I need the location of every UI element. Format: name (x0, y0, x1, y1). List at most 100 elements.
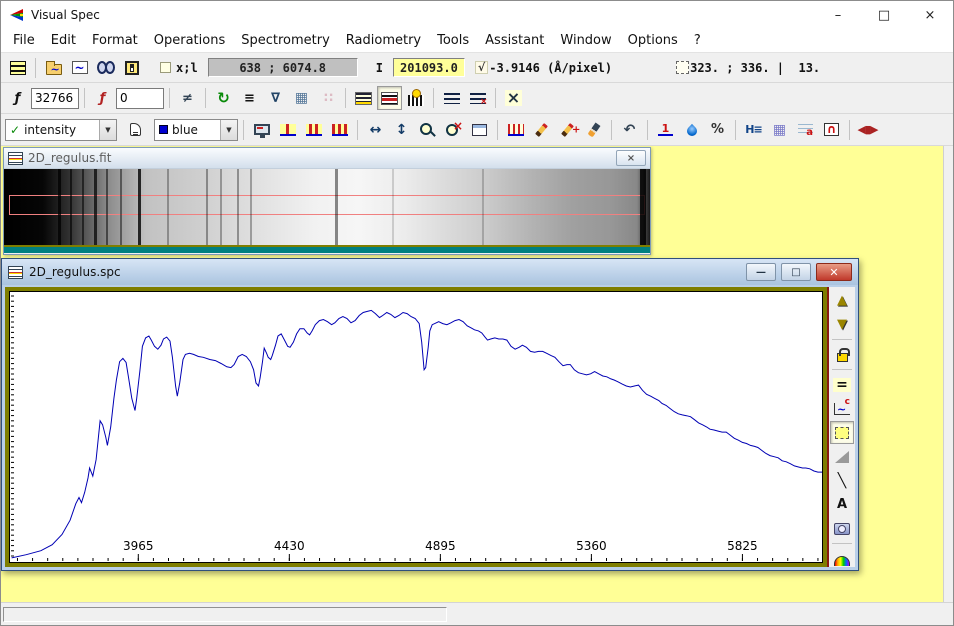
extraction-stripes-button[interactable] (351, 86, 376, 110)
menu-item-spectrometry[interactable]: Spectrometry (233, 30, 338, 51)
unzoom-button[interactable] (441, 118, 466, 142)
draw-pencil-add-button[interactable] (555, 118, 580, 142)
stretch-horizontal-button[interactable]: ↔ (363, 118, 388, 142)
binning-zone-button[interactable] (403, 86, 428, 110)
annotate-lines-button[interactable] (793, 118, 818, 142)
zoom-button[interactable] (415, 118, 440, 142)
binning-3-button[interactable] (327, 118, 352, 142)
menu-item-tools[interactable]: Tools (429, 30, 477, 51)
undo-curve-button[interactable]: ↶ (617, 118, 642, 142)
spc-minimize-button[interactable]: — (746, 263, 776, 281)
pick-series-button[interactable] (123, 118, 148, 142)
display-profile-button[interactable] (249, 118, 274, 142)
stretch-vertical-button[interactable]: ↕ (389, 118, 414, 142)
selection-marquee-button[interactable] (830, 421, 854, 444)
menu-item-assistant[interactable]: Assistant (477, 30, 552, 51)
fit-spectrum-strip[interactable] (4, 169, 650, 245)
threshold-min-input[interactable] (116, 88, 164, 109)
registration-table-button[interactable]: ▦ (289, 86, 314, 110)
tilt-align-button[interactable]: ≡ (237, 86, 262, 110)
threshold-low-button[interactable]: ƒ (90, 86, 115, 110)
open-image-button[interactable] (67, 56, 92, 80)
sky-zone-a-button[interactable] (439, 86, 464, 110)
annotate-icon (798, 124, 813, 136)
series-combo[interactable]: ✓intensity▼ (5, 119, 117, 141)
element-lines-button[interactable]: ▦ (767, 118, 792, 142)
spc-restore-button[interactable]: □ (781, 263, 811, 281)
zoom-win-icon (472, 124, 487, 136)
fit-close-button[interactable]: × (616, 150, 646, 166)
fit-title-bar[interactable]: 2D_regulus.fit × (4, 148, 650, 169)
text-tool-button[interactable]: A (830, 493, 854, 516)
coordinates-checkbox[interactable] (160, 62, 171, 73)
ratio-percent-button[interactable]: % (705, 118, 730, 142)
lock-button[interactable] (830, 343, 854, 366)
menu-item-help[interactable]: ? (686, 30, 709, 51)
close-button[interactable]: × (907, 1, 953, 29)
minimize-button[interactable]: – (815, 1, 861, 29)
threshold-high-button[interactable]: ƒ (5, 86, 30, 110)
equals-scale-button[interactable]: = (830, 373, 854, 396)
spc-title-bar[interactable]: 2D_regulus.spc — □ ✕ (2, 259, 858, 285)
reference-lines-button[interactable]: ≠ (175, 86, 200, 110)
draw-pencil-button[interactable] (529, 118, 554, 142)
sky-zone-b-button[interactable] (465, 86, 490, 110)
cut-profile-button[interactable] (503, 118, 528, 142)
color-palette-button[interactable] (830, 547, 854, 570)
absorption-line (482, 169, 484, 245)
absorption-line (237, 169, 239, 245)
line-tool-button[interactable]: ╲ (830, 469, 854, 492)
swatch-blue-icon (159, 125, 168, 134)
open-profile-button[interactable] (41, 56, 66, 80)
spc-close-button[interactable]: ✕ (816, 263, 852, 281)
gradient-fill-button[interactable] (830, 445, 854, 468)
brush-icon (587, 122, 600, 137)
maximize-button[interactable]: □ (861, 1, 907, 29)
balmer-lines-button[interactable]: H≡ (741, 118, 766, 142)
browse-button[interactable] (93, 56, 118, 80)
title-bar: Visual Spec – □ × (1, 1, 953, 29)
intensity-field[interactable]: 201093.0 (393, 58, 465, 77)
combo-dropdown-arrow-icon[interactable]: ▼ (99, 120, 116, 140)
rotate-image-button[interactable]: ↻ (211, 86, 236, 110)
rotate-icon: ↻ (217, 91, 230, 106)
menu-item-window[interactable]: Window (552, 30, 619, 51)
zoom-window-button[interactable] (467, 118, 492, 142)
absorption-line (94, 169, 97, 245)
gaussian-fit-button[interactable] (819, 118, 844, 142)
color-combo[interactable]: blue▼ (154, 119, 238, 141)
menu-item-options[interactable]: Options (620, 30, 686, 51)
delete-operation-button[interactable]: × (501, 86, 526, 110)
save-button[interactable] (119, 56, 144, 80)
toolbar-separator (647, 120, 648, 140)
audio-play-button[interactable]: ◀▮▶ (855, 118, 880, 142)
show-extraction-zone-button[interactable] (377, 86, 402, 110)
menu-item-edit[interactable]: Edit (43, 30, 84, 51)
absorption-line (206, 169, 208, 245)
menu-item-format[interactable]: Format (84, 30, 146, 51)
x-axis-tick-label: 3965 (123, 539, 154, 553)
display-series-button[interactable] (5, 56, 30, 80)
geometry-button[interactable]: ∇ (263, 86, 288, 110)
droplet-icon (684, 123, 698, 137)
smooth-droplet-button[interactable] (679, 118, 704, 142)
erase-brush-button[interactable] (581, 118, 606, 142)
binning-2-button[interactable] (301, 118, 326, 142)
menu-item-file[interactable]: File (5, 30, 43, 51)
normalize-button[interactable] (653, 118, 678, 142)
pointer-down-button[interactable]: ▼ (830, 313, 854, 336)
threshold-max-input[interactable] (31, 88, 79, 109)
coordinates-field[interactable]: 638 ; 6074.8 (208, 58, 358, 77)
spc-window-title: 2D_regulus.spc (29, 265, 741, 279)
camera-icon (834, 523, 850, 535)
binning-1-button[interactable] (275, 118, 300, 142)
extraction-zone-rectangle[interactable] (9, 195, 645, 215)
menu-item-operations[interactable]: Operations (146, 30, 233, 51)
spectrum-plot[interactable]: 39654430489553605825 (9, 291, 823, 563)
pointer-up-button[interactable]: ▲ (830, 289, 854, 312)
combo-dropdown-arrow-icon[interactable]: ▼ (220, 120, 237, 140)
plot-continuum-button[interactable] (830, 397, 854, 420)
menu-item-radiometry[interactable]: Radiometry (338, 30, 429, 51)
series-display-icon (10, 61, 26, 75)
camera-capture-button[interactable] (830, 517, 854, 540)
